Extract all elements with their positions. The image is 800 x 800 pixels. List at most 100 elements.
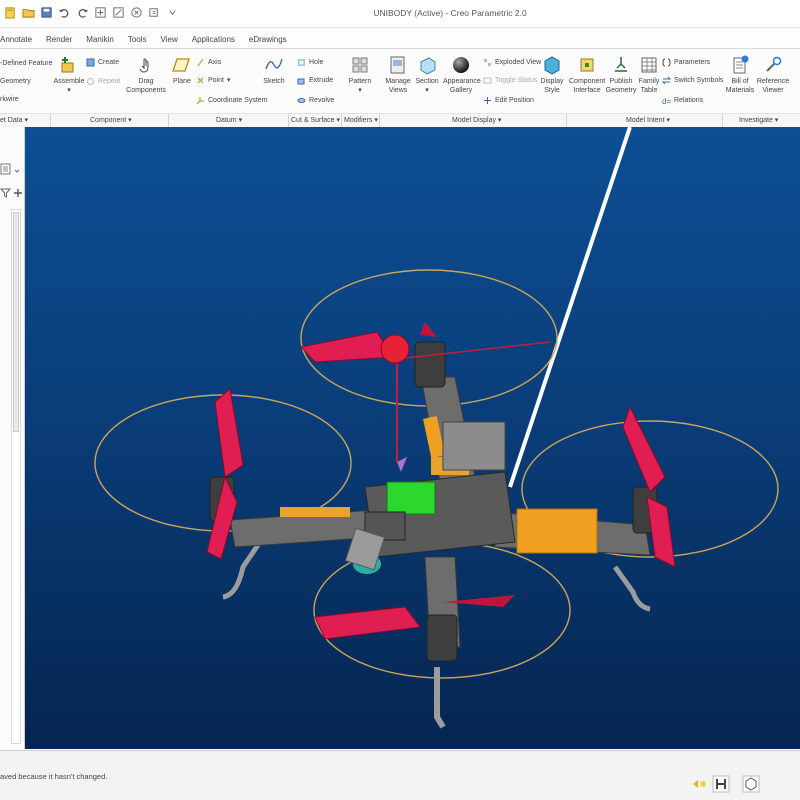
section-button[interactable]: Section ▾ — [414, 55, 440, 95]
motor-bottom — [426, 614, 458, 662]
assemble-button[interactable]: Assemble ▾ — [52, 55, 86, 95]
switch-symbols-button[interactable]: Switch Symbols — [661, 75, 723, 85]
display-style-button[interactable]: Display Style — [538, 55, 566, 95]
binoculars-icon[interactable] — [712, 775, 730, 793]
model-tree-panel — [0, 127, 25, 749]
group-model-intent[interactable]: Model Intent ▾ — [626, 116, 670, 124]
group-model-display[interactable]: Model Display ▾ — [452, 116, 501, 124]
propeller-bottom-left — [314, 606, 421, 640]
reference-viewer-button[interactable]: Reference Viewer — [756, 55, 790, 95]
create-component-button[interactable]: Create — [86, 57, 119, 67]
ribbon: -Defined Feature Geometry rkwire Assembl… — [0, 48, 800, 128]
parameters-button[interactable]: Parameters — [662, 57, 710, 67]
sketch-button[interactable]: Sketch — [262, 55, 286, 86]
assemble-icon — [59, 55, 79, 75]
axis-button[interactable]: Axis — [196, 57, 221, 67]
section-icon — [417, 55, 437, 75]
propeller-right-upper — [622, 405, 666, 493]
repeat-button[interactable]: Repeat — [86, 76, 121, 86]
coordinate-system-button[interactable]: Coordinate System — [196, 95, 268, 105]
propeller-top-left — [300, 331, 394, 363]
scrollbar-thumb[interactable] — [13, 212, 19, 432]
tab-render[interactable]: Render — [39, 33, 79, 47]
status-bar: aved because it hasn't changed. — [0, 750, 800, 800]
status-message: aved because it hasn't changed. — [0, 772, 108, 781]
group-investigate[interactable]: Investigate ▾ — [739, 116, 778, 124]
exploded-view-button[interactable]: Exploded View — [483, 57, 541, 67]
bill-of-materials-button[interactable]: Bill of Materials — [725, 55, 755, 95]
tab-view[interactable]: View — [154, 33, 185, 47]
publish-geometry-icon — [611, 55, 631, 75]
tab-tools[interactable]: Tools — [121, 33, 154, 47]
user-defined-feature-button[interactable]: -Defined Feature — [0, 58, 53, 68]
drone-model[interactable] — [25, 127, 800, 749]
svg-text:d=: d= — [662, 97, 671, 105]
create-icon — [86, 58, 95, 67]
motor-top — [414, 341, 446, 388]
edit-position-icon — [483, 96, 492, 105]
drag-icon — [136, 55, 156, 75]
hole-button[interactable]: Hole — [297, 57, 323, 67]
battery-box — [442, 421, 506, 471]
manage-views-button[interactable]: Manage Views — [384, 55, 412, 95]
appearance-sphere-icon — [451, 55, 471, 75]
edit-position-button[interactable]: Edit Position — [483, 95, 534, 105]
pattern-button[interactable]: Pattern ▾ — [346, 55, 374, 95]
plane-icon — [172, 55, 192, 75]
parameters-icon — [662, 58, 671, 67]
point-icon — [196, 76, 205, 85]
datum-axis-line — [508, 127, 632, 488]
title-bar: UNIBODY (Active) - Creo Parametric 2.0 — [0, 0, 800, 28]
selection-filter-icon[interactable] — [690, 775, 708, 793]
group-cut-surface[interactable]: Cut & Surface ▾ — [291, 116, 340, 124]
spinner-top — [380, 334, 410, 364]
switch-symbols-icon — [661, 76, 672, 85]
display-style-icon — [542, 55, 562, 75]
add-icon[interactable] — [12, 187, 24, 199]
group-datum[interactable]: Datum ▾ — [216, 116, 242, 124]
graphics-viewport[interactable] — [25, 127, 800, 749]
coordinate-system-icon — [196, 96, 205, 105]
tab-annotate[interactable]: Annotate — [0, 33, 39, 47]
relations-button[interactable]: d= Relations — [662, 95, 703, 106]
extrude-icon — [297, 76, 306, 85]
copy-geometry-button[interactable]: Geometry — [0, 76, 31, 86]
revolve-icon — [297, 96, 306, 105]
hole-icon — [297, 58, 306, 67]
drag-components-button[interactable]: Drag Components — [126, 55, 166, 95]
toggle-status-button[interactable]: Toggle Status — [483, 75, 537, 85]
point-button[interactable]: Point ▾ — [196, 75, 230, 85]
tree-icon[interactable] — [0, 163, 12, 175]
connector — [397, 457, 407, 472]
tree-scrollbar[interactable] — [11, 209, 21, 744]
model-cube-icon[interactable] — [742, 775, 760, 793]
relations-icon: d= — [662, 96, 671, 106]
filter-icon[interactable] — [0, 187, 12, 199]
publish-geometry-button[interactable]: Publish Geometry — [605, 55, 637, 95]
shrinkwrap-button[interactable]: rkwire — [0, 94, 19, 104]
group-modifiers[interactable]: Modifiers ▾ — [344, 116, 378, 124]
repeat-icon — [86, 77, 95, 86]
appearance-gallery-button[interactable]: Appearance Gallery — [443, 55, 481, 95]
manage-views-icon — [388, 55, 408, 75]
group-component[interactable]: Component ▾ — [90, 116, 132, 124]
propeller-left-upper — [214, 388, 244, 478]
tab-manikin[interactable]: Manikin — [79, 33, 121, 47]
propeller-top-right — [420, 322, 437, 337]
family-table-button[interactable]: Family Table — [636, 55, 662, 95]
revolve-button[interactable]: Revolve — [297, 95, 334, 105]
chevron-down-icon[interactable] — [13, 165, 21, 177]
ribbon-group-bar: et Data ▾ Component ▾ Datum ▾ Cut & Surf… — [0, 113, 800, 128]
landing-leg-left — [222, 540, 263, 600]
exploded-view-icon — [483, 58, 492, 67]
tab-edrawings[interactable]: eDrawings — [242, 33, 294, 47]
tab-applications[interactable]: Applications — [185, 33, 242, 47]
arm-left-fitting — [280, 507, 350, 517]
group-get-data[interactable]: et Data ▾ — [0, 116, 28, 124]
component-interface-button[interactable]: Component Interface — [569, 55, 605, 95]
extrude-button[interactable]: Extrude — [297, 75, 333, 85]
plane-button[interactable]: Plane — [170, 55, 194, 86]
esc-right — [516, 508, 598, 554]
family-table-icon — [639, 55, 659, 75]
ribbon-tabs: Annotate Render Manikin Tools View Appli… — [0, 33, 294, 47]
